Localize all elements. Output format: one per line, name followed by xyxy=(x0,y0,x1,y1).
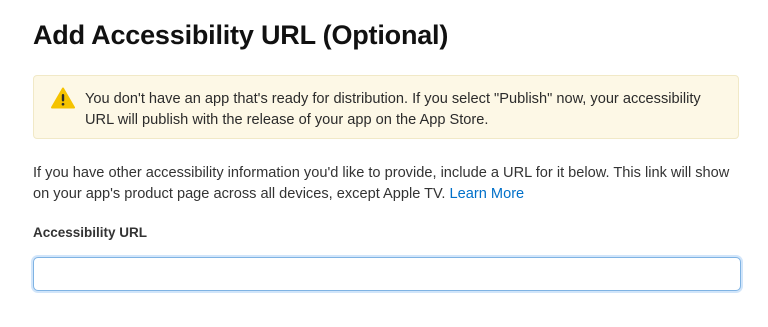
warning-message: You don't have an app that's ready for d… xyxy=(85,91,701,128)
accessibility-url-input[interactable] xyxy=(33,257,741,291)
page-title: Add Accessibility URL (Optional) xyxy=(33,20,449,50)
description-text: If you have other accessibility informat… xyxy=(33,163,745,205)
warning-banner: You don't have an app that's ready for d… xyxy=(33,75,739,139)
description-body: If you have other accessibility informat… xyxy=(33,165,730,202)
accessibility-url-label: Accessibility URL xyxy=(33,225,148,240)
learn-more-link[interactable]: Learn More xyxy=(450,186,525,202)
accessibility-url-panel: Add Accessibility URL (Optional) You don… xyxy=(0,0,768,327)
warning-triangle-icon xyxy=(51,87,75,109)
